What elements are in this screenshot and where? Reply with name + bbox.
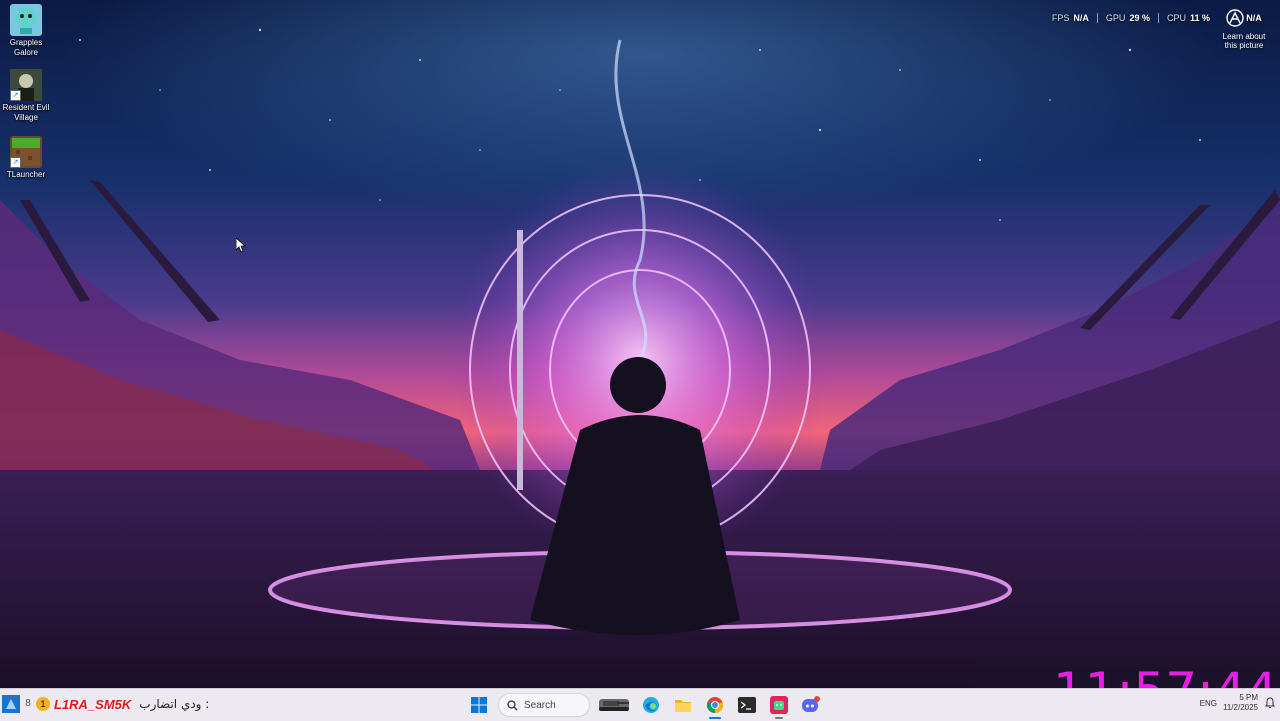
desktop-icon-grapples-galore[interactable]: Grapples Galore (2, 4, 50, 58)
resident-evil-icon: ↗ (10, 69, 42, 101)
taskbar-app-terminal[interactable] (734, 692, 760, 718)
tank-game-icon (599, 699, 629, 711)
tlauncher-icon: ↗ (10, 136, 42, 168)
fps-label: FPS (1051, 13, 1070, 23)
username-label: L1RA_SM5K (54, 696, 132, 712)
desktop-icon-resident-evil-village[interactable]: ↗ Resident Evil Village (2, 69, 50, 123)
windows-start-icon (471, 697, 487, 713)
discord-icon (802, 696, 820, 712)
notification-bell-icon[interactable] (1264, 697, 1276, 709)
cpu-value: 11 % (1189, 13, 1210, 23)
desktop-wallpaper (0, 0, 1280, 720)
start-button[interactable] (466, 692, 492, 718)
taskbar: 8 1 L1RA_SM5K ودي اتضارب : Search ENG 5 … (0, 688, 1280, 721)
chrome-icon (706, 697, 724, 714)
gpu-label: GPU (1105, 13, 1126, 23)
tray-clock[interactable]: 5 PM 11/2/2025 (1223, 693, 1258, 713)
taskbar-app-edge[interactable] (638, 692, 664, 718)
gpu-value: 29 % (1129, 13, 1150, 23)
taskbar-app-file-explorer[interactable] (670, 692, 696, 718)
desktop-icon-label: Resident Evil Village (2, 103, 50, 122)
overlay-logo-icon (1226, 9, 1244, 27)
status-glyph: 8 (25, 698, 31, 709)
system-tray: ENG 5 PM 11/2/2025 (1200, 693, 1276, 713)
shortcut-arrow-icon: ↗ (10, 90, 21, 101)
search-placeholder: Search (524, 699, 556, 711)
edge-icon (643, 697, 659, 713)
file-explorer-icon (675, 700, 691, 712)
taskbar-left-widgets: 8 1 L1RA_SM5K ودي اتضارب : (2, 695, 209, 713)
tray-time: 5 PM (1239, 693, 1258, 702)
mouse-cursor-icon (236, 238, 246, 253)
grapples-galore-icon (10, 4, 42, 36)
desktop-icon-label: Grapples Galore (9, 38, 43, 57)
status-message: ودي اتضارب : (139, 697, 210, 711)
spotlight-learn-widget[interactable]: N/A Learn about this picture (1216, 8, 1272, 50)
notification-badge[interactable]: 1 (36, 697, 50, 711)
overlay-extra-value: N/A (1246, 12, 1262, 23)
taskbar-app-chrome[interactable] (702, 692, 728, 719)
cpu-label: CPU (1166, 13, 1186, 23)
input-language[interactable]: ENG (1200, 699, 1217, 708)
cpu-readout: CPU 11 % (1157, 13, 1218, 23)
tray-date: 11/2/2025 (1223, 703, 1258, 712)
fps-value: N/A (1073, 13, 1089, 23)
android-app-icon (770, 696, 788, 714)
desktop-icon-tlauncher[interactable]: ↗ TLauncher (2, 136, 50, 180)
taskbar-app-tank-game[interactable] (596, 692, 632, 718)
app-launcher-icon[interactable] (2, 695, 20, 713)
shortcut-arrow-icon: ↗ (10, 157, 21, 168)
taskbar-pinned-apps: Search (466, 692, 824, 719)
fps-readout: FPS N/A (1044, 13, 1097, 23)
taskbar-app-discord[interactable] (798, 692, 824, 718)
performance-overlay: FPS N/A GPU 29 % CPU 11 % (1044, 8, 1218, 28)
learn-about-picture-link[interactable]: Learn about this picture (1216, 32, 1272, 50)
terminal-icon (738, 697, 756, 713)
search-icon (507, 699, 518, 710)
taskbar-app-android[interactable] (766, 692, 792, 719)
taskbar-search-box[interactable]: Search (498, 693, 590, 717)
desktop-icon-label: TLauncher (6, 170, 46, 179)
gpu-readout: GPU 29 % (1096, 13, 1158, 23)
